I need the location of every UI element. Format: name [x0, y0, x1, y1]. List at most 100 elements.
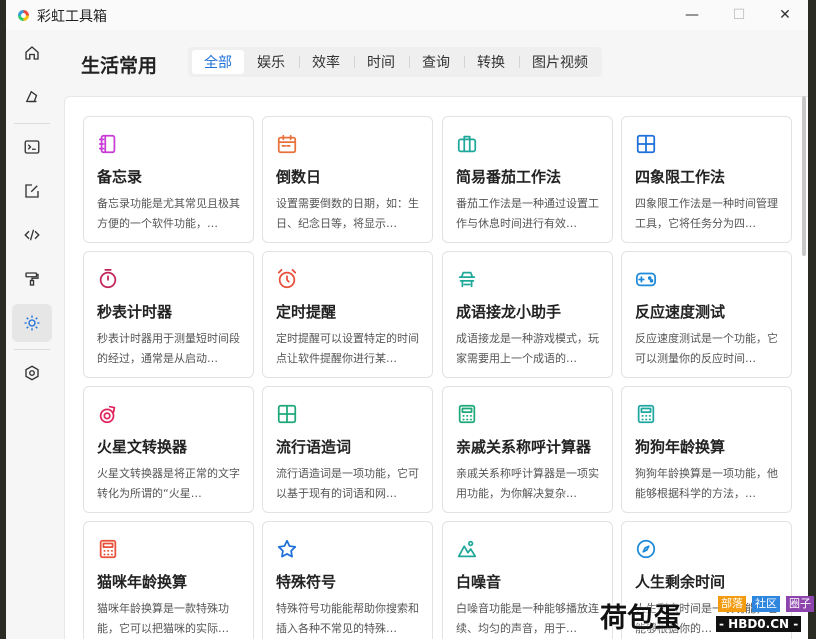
tool-card-description: 猫咪年龄换算是一款特殊功能，它可以把猫咪的实际… — [97, 602, 229, 635]
tool-card-title: 狗狗年龄换算 — [635, 438, 726, 456]
maximize-button[interactable]: ☐ — [719, 0, 759, 30]
tab-image-video[interactable]: 图片视频 — [520, 47, 600, 77]
landscape-icon — [456, 538, 478, 560]
stopwatch-icon — [97, 268, 119, 290]
tool-card-title: 定时提醒 — [276, 303, 337, 321]
close-button[interactable]: ✕ — [765, 0, 805, 30]
tool-card[interactable]: 备忘录备忘录功能是尤其常见且极其方便的一个软件功能，… — [83, 116, 254, 243]
tab-all[interactable]: 全部 — [192, 50, 244, 74]
briefcase-icon — [456, 133, 478, 155]
watermark-tag: 部落 — [718, 596, 746, 612]
code-icon — [24, 229, 40, 241]
tool-card-description: 流行语造词是一项功能，它可以基于现有的词语和网… — [276, 467, 419, 500]
edit-icon — [25, 184, 39, 198]
tool-card-title: 亲戚关系称呼计算器 — [456, 438, 592, 456]
tool-card-title: 猫咪年龄换算 — [97, 573, 188, 591]
mars-icon — [97, 403, 119, 425]
sidebar-item-theme[interactable] — [12, 78, 52, 116]
theme-icon — [25, 90, 38, 103]
tool-card[interactable]: 猫咪年龄换算猫咪年龄换算是一款特殊功能，它可以把猫咪的实际… — [83, 521, 254, 639]
calculator-icon — [635, 403, 657, 425]
tool-card-description: 备忘录功能是尤其常见且极其方便的一个软件功能，… — [97, 197, 240, 230]
app-title: 彩虹工具箱 — [37, 9, 107, 25]
sidebar-item-home[interactable] — [12, 34, 52, 72]
tab-query[interactable]: 查询 — [410, 47, 462, 77]
sidebar — [6, 30, 58, 639]
sun-icon — [24, 315, 40, 331]
tool-card[interactable]: 流行语造词流行语造词是一项功能，它可以基于现有的词语和网… — [262, 386, 433, 513]
watermark: 荷包蛋 部落 社区 圈子 - HBD0.CN - — [600, 592, 816, 639]
tool-card[interactable]: 定时提醒定时提醒可以设置特定的时间点让软件提醒你进行某… — [262, 251, 433, 378]
tool-card-description: 成语接龙是一种游戏模式，玩家需要用上一个成语的… — [456, 332, 599, 365]
watermark-url: - HBD0.CN - — [716, 616, 802, 632]
sidebar-item-life[interactable] — [12, 304, 52, 342]
tool-card-title: 流行语造词 — [276, 438, 352, 456]
tool-card[interactable]: 成语接龙小助手成语接龙是一种游戏模式，玩家需要用上一个成语的… — [442, 251, 613, 378]
sidebar-divider — [14, 349, 50, 350]
tab-efficiency[interactable]: 效率 — [300, 47, 352, 77]
scrollbar[interactable] — [802, 96, 806, 256]
sidebar-divider — [14, 123, 50, 124]
tool-card-grid: 备忘录 备忘录功能是尤其常见且极其方便的一个软件功能，… 倒数日 设置需要倒数的日期，… — [64, 96, 808, 639]
settings-icon — [25, 365, 39, 381]
app-logo-icon — [18, 10, 29, 21]
sidebar-item-code[interactable] — [12, 216, 52, 254]
tool-card-description: 番茄工作法是一种通过设置工作与休息时间进行有效… — [456, 197, 599, 230]
tool-card[interactable]: 白噪音白噪音功能是一种能够播放连续、均匀的声音，用于… — [442, 521, 613, 639]
notebook-icon — [97, 133, 119, 155]
tool-card[interactable]: 亲戚关系称呼计算器亲戚关系称呼计算器是一项实用功能，为你解决复杂… — [442, 386, 613, 513]
minimize-button[interactable]: — — [672, 0, 712, 30]
sidebar-item-terminal[interactable] — [12, 128, 52, 166]
tool-card-description: 设置需要倒数的日期，如：生日、纪念日等，将显示… — [276, 197, 419, 230]
sidebar-item-edit[interactable] — [12, 172, 52, 210]
sidebar-item-paint[interactable] — [12, 260, 52, 298]
dragon-icon — [456, 268, 478, 290]
home-icon — [25, 46, 39, 60]
watermark-tag: 圈子 — [786, 596, 814, 612]
tool-card-title: 人生剩余时间 — [635, 573, 726, 591]
tab-entertainment[interactable]: 娱乐 — [245, 47, 297, 77]
tool-card[interactable]: 狗狗年龄换算 狗狗年龄换算是一项功能，他能够根据科学的方法，… — [621, 386, 792, 513]
alarm-icon — [276, 268, 298, 290]
tool-card[interactable]: 反应速度测试反应速度测试是一个功能，它可以测量你的反应时间… — [621, 251, 792, 378]
page-title: 生活常用 — [81, 55, 158, 77]
tool-card-title: 简易番茄工作法 — [456, 168, 562, 186]
tool-card-description: 秒表计时器用于测量短时间段的经过，通常是从启动… — [97, 332, 240, 365]
tool-card-description: 白噪音功能是一种能够播放连续、均匀的声音，用于… — [456, 602, 599, 635]
main-area: 生活常用 全部 娱乐 效率 时间 查询 转换 图片视频 备忘录备忘录功能是尤其常… — [58, 30, 808, 639]
calculator-icon — [97, 538, 119, 560]
tool-card-title: 特殊符号 — [276, 573, 337, 591]
tool-card[interactable]: 四象限工作法 四象限工作法是一种时间管理工具，它将任务分为四… — [621, 116, 792, 243]
tool-card[interactable]: 秒表计时器 秒表计时器用于测量短时间段的经过，通常是从启动… — [83, 251, 254, 378]
sidebar-item-settings[interactable] — [12, 354, 52, 392]
calculator-icon — [456, 403, 478, 425]
title-bar[interactable]: 彩虹工具箱 — ☐ ✕ — [6, 0, 808, 30]
tool-card[interactable]: 特殊符号特殊符号功能能帮助你搜索和插入各种不常见的特殊… — [262, 521, 433, 639]
tool-card-title: 倒数日 — [276, 168, 322, 186]
tool-card-description: 亲戚关系称呼计算器是一项实用功能，为你解决复杂… — [456, 467, 599, 500]
tool-card-description: 定时提醒可以设置特定的时间点让软件提醒你进行某… — [276, 332, 419, 365]
tool-card-description: 四象限工作法是一种时间管理工具，它将任务分为四… — [635, 197, 778, 230]
tool-card-description: 火星文转换器是将正常的文字转化为所谓的“火星… — [97, 467, 240, 500]
tab-time[interactable]: 时间 — [355, 47, 407, 77]
tool-card[interactable]: 火星文转换器火星文转换器是将正常的文字转化为所谓的“火星… — [83, 386, 254, 513]
tool-card-description: 特殊符号功能能帮助你搜索和插入各种不常见的特殊… — [276, 602, 419, 635]
tool-card-title: 白噪音 — [456, 573, 502, 591]
watermark-text: 荷包蛋 — [600, 603, 681, 634]
grid-icon — [276, 403, 298, 425]
tool-card-description: 反应速度测试是一个功能，它可以测量你的反应时间… — [635, 332, 778, 365]
tool-card[interactable]: 倒数日设置需要倒数的日期，如：生日、纪念日等，将显示… — [262, 116, 433, 243]
grid-icon — [635, 133, 657, 155]
category-tabs: 全部 娱乐 效率 时间 查询 转换 图片视频 — [188, 47, 602, 77]
tool-card-title: 反应速度测试 — [635, 303, 726, 321]
tool-card-title: 火星文转换器 — [97, 438, 188, 456]
gamepad-icon — [635, 268, 657, 290]
tool-card[interactable]: 简易番茄工作法番茄工作法是一种通过设置工作与休息时间进行有效… — [442, 116, 613, 243]
star-icon — [276, 538, 298, 560]
tool-card-title: 备忘录 — [97, 168, 143, 186]
calendar-icon — [276, 133, 298, 155]
tab-convert[interactable]: 转换 — [465, 47, 517, 77]
watermark-tag: 社区 — [752, 596, 780, 612]
terminal-icon — [24, 140, 40, 154]
tool-card-title: 成语接龙小助手 — [456, 303, 562, 321]
